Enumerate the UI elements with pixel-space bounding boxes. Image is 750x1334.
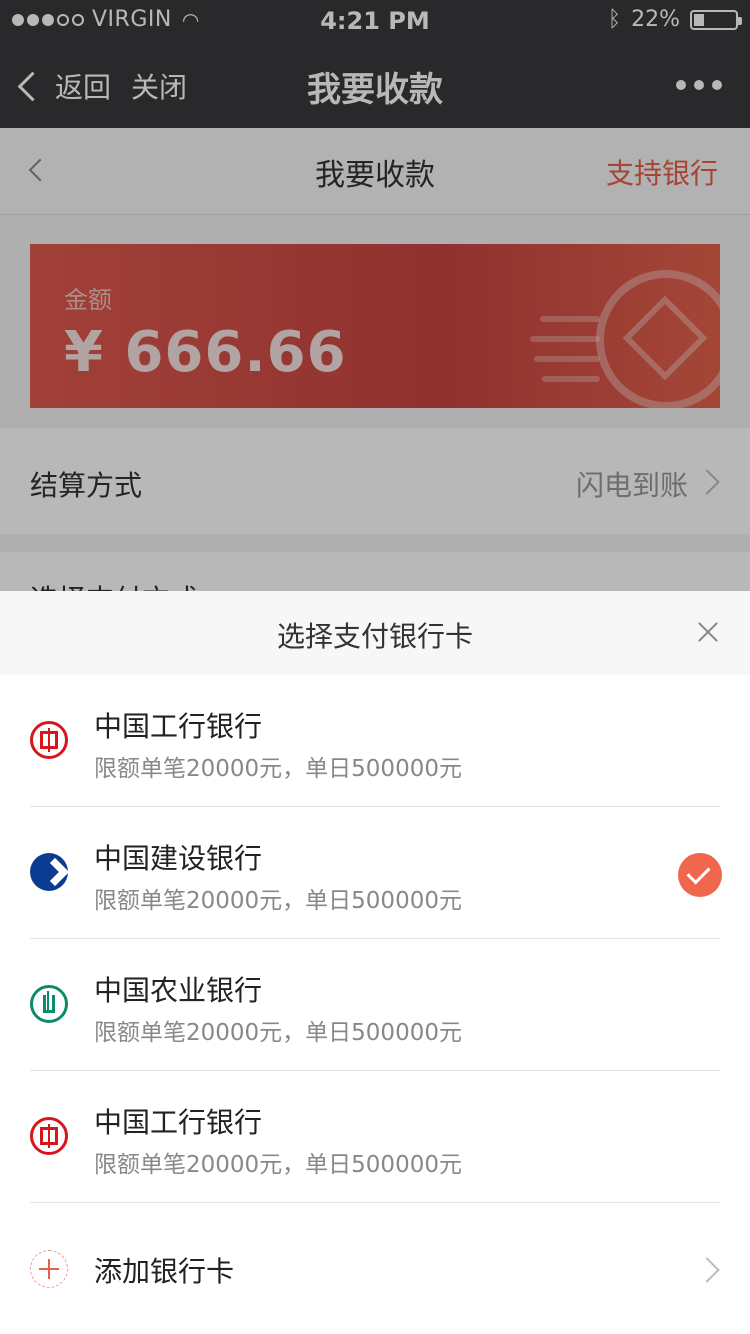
ccb-logo-icon	[30, 853, 68, 891]
chevron-right-icon	[694, 1257, 720, 1283]
bank-name: 中国工行银行	[94, 1106, 263, 1139]
bank-name: 中国建设银行	[94, 842, 263, 875]
bank-limit: 限额单笔20000元，单日500000元	[94, 756, 462, 782]
bank-card-sheet: 选择支付银行卡 中国工行银行 限额单笔20000元，单日500000元 中国建设…	[0, 591, 750, 1334]
abc-logo-icon	[30, 985, 68, 1023]
bank-name: 中国农业银行	[94, 974, 263, 1007]
sheet-header: 选择支付银行卡	[0, 591, 750, 675]
icbc-logo-icon	[30, 721, 68, 759]
bank-item[interactable]: 中国农业银行 限额单笔20000元，单日500000元	[0, 939, 750, 1071]
bank-item[interactable]: 中国工行银行 限额单笔20000元，单日500000元	[0, 675, 750, 807]
bank-item[interactable]: 中国建设银行 限额单笔20000元，单日500000元	[0, 807, 750, 939]
close-icon[interactable]	[698, 622, 718, 642]
bank-limit: 限额单笔20000元，单日500000元	[94, 888, 462, 914]
selected-check-icon	[678, 853, 722, 897]
add-icon	[30, 1250, 68, 1288]
icbc-logo-icon	[30, 1117, 68, 1155]
bank-limit: 限额单笔20000元，单日500000元	[94, 1020, 462, 1046]
bank-name: 中国工行银行	[94, 710, 263, 743]
bank-limit: 限额单笔20000元，单日500000元	[94, 1152, 462, 1178]
sheet-title: 选择支付银行卡	[276, 620, 473, 653]
bank-item[interactable]: 中国工行银行 限额单笔20000元，单日500000元	[0, 1071, 750, 1203]
add-bank-card-row[interactable]: 添加银行卡	[0, 1202, 750, 1334]
add-bank-card-label: 添加银行卡	[94, 1255, 235, 1288]
